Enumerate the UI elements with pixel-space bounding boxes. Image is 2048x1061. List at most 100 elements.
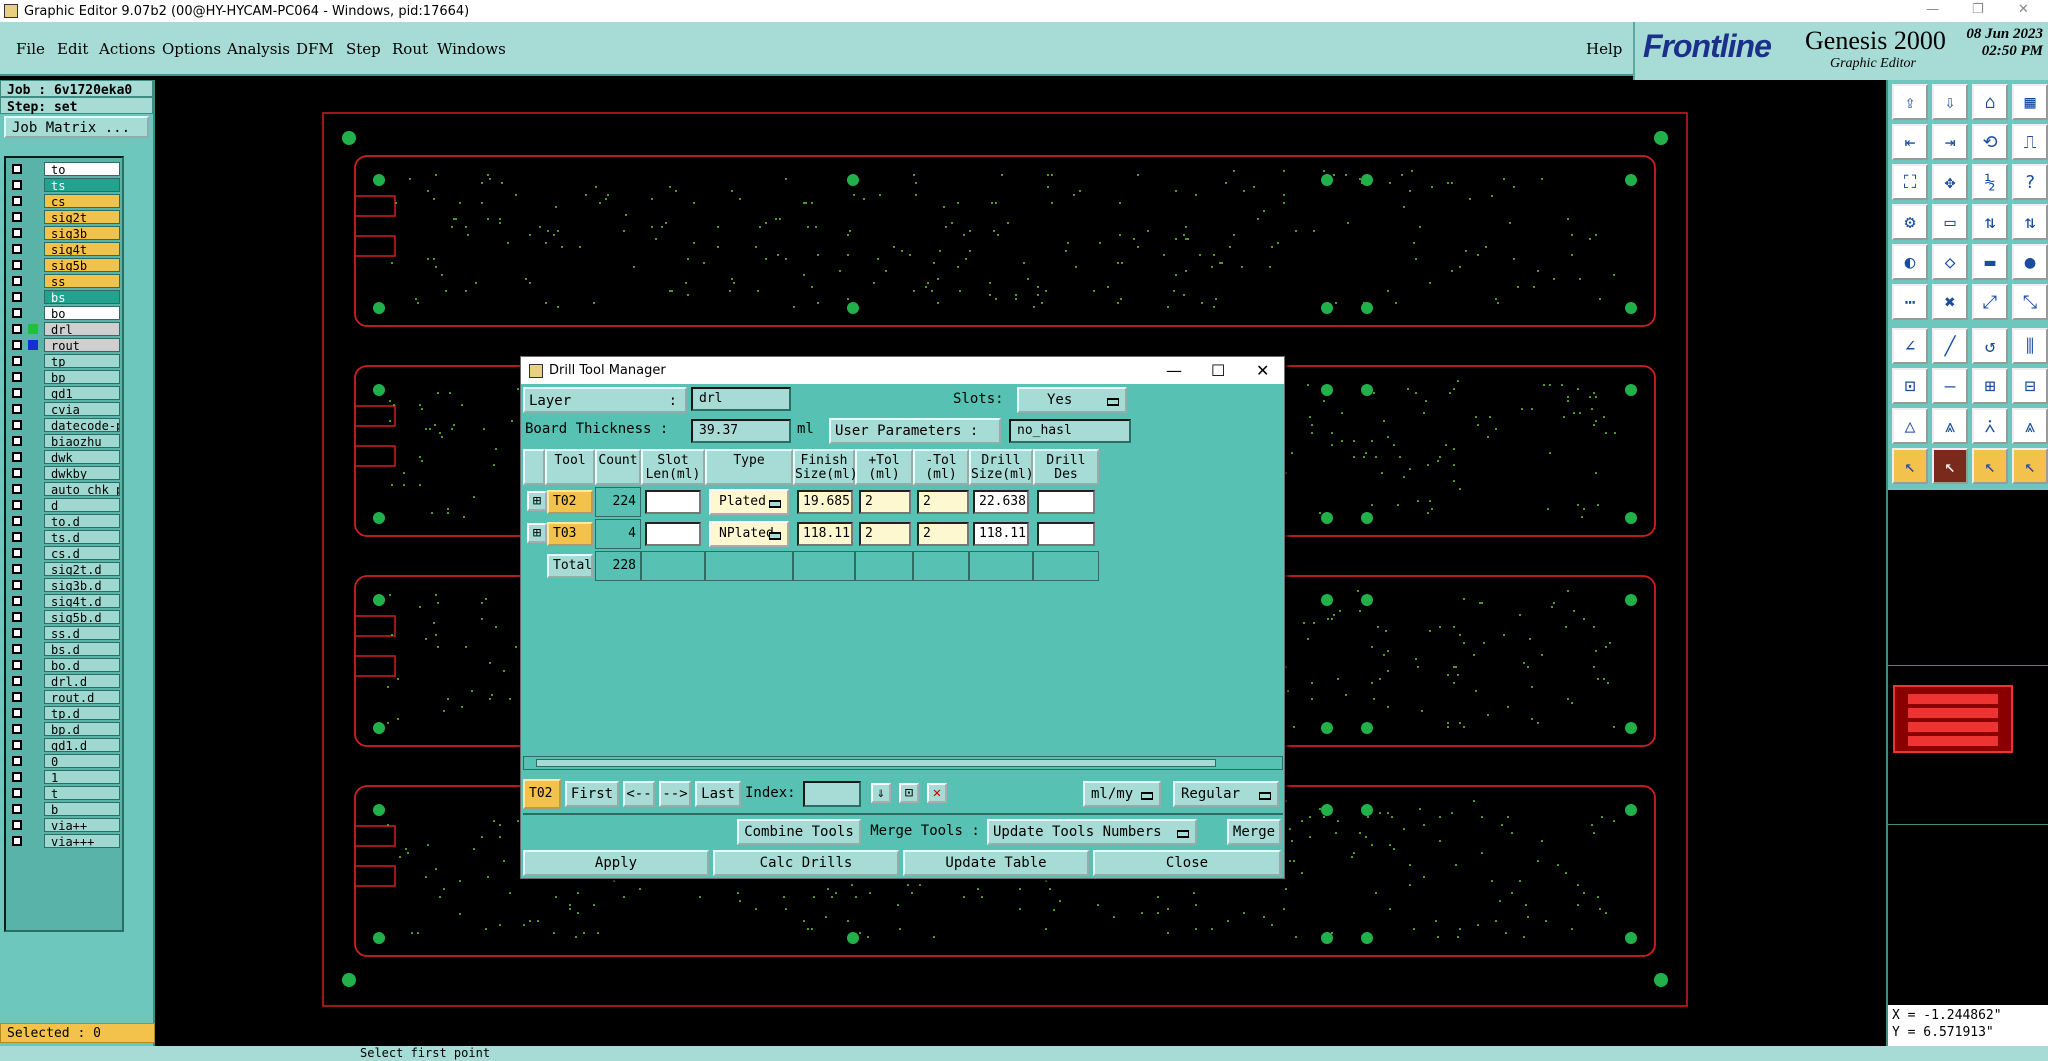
layer-checkbox[interactable] — [12, 212, 22, 222]
layer-name[interactable]: bs.d — [44, 642, 120, 656]
move-icon[interactable]: ⤡ — [2012, 284, 2048, 320]
layer-field[interactable]: drl — [691, 387, 791, 411]
layer-row[interactable]: tp.d — [8, 705, 120, 721]
menu-file[interactable]: File — [16, 40, 45, 58]
layer-row[interactable]: drl — [8, 321, 120, 337]
type-select[interactable]: Plated — [709, 489, 789, 515]
drill-des-input[interactable] — [1037, 522, 1095, 546]
apply-button[interactable]: Apply — [523, 850, 709, 876]
layer-name[interactable]: sig4t.d — [44, 594, 120, 608]
layer-name[interactable]: sig4t — [44, 242, 120, 256]
layer-row[interactable]: gd1.d — [8, 737, 120, 753]
menu-analysis[interactable]: Analysis — [227, 40, 290, 58]
layer-checkbox[interactable] — [12, 548, 22, 558]
plus-box-icon[interactable]: ⊞ — [1972, 368, 2008, 404]
layer-row[interactable]: via+++ — [8, 833, 120, 849]
layer-name[interactable]: sig5b — [44, 258, 120, 272]
layer-name[interactable]: rout.d — [44, 690, 120, 704]
minus-tol-input[interactable]: 2 — [917, 522, 969, 546]
help-icon[interactable]: ? — [2012, 164, 2048, 200]
layer-checkbox[interactable] — [12, 580, 22, 590]
drill-size-input[interactable]: 22.638 — [973, 490, 1029, 514]
layer-name[interactable]: bp.d — [44, 722, 120, 736]
layer-row[interactable]: to — [8, 161, 120, 177]
layer-row[interactable]: sig5b.d — [8, 609, 120, 625]
layer-checkbox[interactable] — [12, 644, 22, 654]
layer-name[interactable]: auto_chk_pn — [44, 482, 120, 496]
pad-icon[interactable]: ◐ — [1892, 244, 1928, 280]
pointer-icon[interactable]: ↖ — [1892, 448, 1928, 484]
dash-icon[interactable]: — — [1932, 368, 1968, 404]
layer-checkbox[interactable] — [12, 484, 22, 494]
cross-icon[interactable]: ✖ — [1932, 284, 1968, 320]
next-button[interactable]: --> — [659, 781, 691, 807]
layer-row[interactable]: bo.d — [8, 657, 120, 673]
combine-tools-button[interactable]: Combine Tools — [737, 819, 861, 845]
layer-checkbox[interactable] — [12, 660, 22, 670]
menu-windows[interactable]: Windows — [437, 40, 506, 58]
pointer-move-icon[interactable]: ↖ — [1972, 448, 2008, 484]
job-matrix-button[interactable]: Job Matrix ... — [4, 116, 149, 138]
layer-row[interactable]: bs — [8, 289, 120, 305]
layer-name[interactable]: tp.d — [44, 706, 120, 720]
layer-checkbox[interactable] — [12, 244, 22, 254]
close-button[interactable]: Close — [1093, 850, 1281, 876]
layer-row[interactable]: cs.d — [8, 545, 120, 561]
layer-name[interactable]: ss.d — [44, 626, 120, 640]
layer-row[interactable]: ss.d — [8, 625, 120, 641]
layer-row[interactable]: d — [8, 497, 120, 513]
layer-name[interactable]: ts.d — [44, 530, 120, 544]
menu-rout[interactable]: Rout — [392, 40, 428, 58]
layer-checkbox[interactable] — [12, 516, 22, 526]
layer-checkbox[interactable] — [12, 388, 22, 398]
layer-row[interactable]: drl.d — [8, 673, 120, 689]
layer-row[interactable]: cs — [8, 193, 120, 209]
dialog-minimize-icon[interactable]: — — [1166, 361, 1182, 380]
layer-name[interactable]: datecode-pt — [44, 418, 120, 432]
layer-name[interactable]: to.d — [44, 514, 120, 528]
box-icon[interactable]: ⊡ — [1892, 368, 1928, 404]
layer-checkbox[interactable] — [12, 180, 22, 190]
layer-checkbox[interactable] — [12, 404, 22, 414]
layer-row[interactable]: dwk — [8, 449, 120, 465]
layer-row[interactable]: datecode-pt — [8, 417, 120, 433]
layer-name[interactable]: bs — [44, 290, 120, 304]
layer-name[interactable]: cs.d — [44, 546, 120, 560]
layer-row[interactable]: b — [8, 801, 120, 817]
layer-row[interactable]: sig4t — [8, 241, 120, 257]
clear-index-icon[interactable]: ✕ — [927, 783, 947, 803]
layer-row[interactable]: bo — [8, 305, 120, 321]
units-select[interactable]: ml/my — [1083, 781, 1161, 807]
minimize-icon[interactable]: — — [1926, 2, 1939, 17]
dialog-maximize-icon[interactable]: ☐ — [1211, 361, 1225, 380]
layer-checkbox[interactable] — [12, 452, 22, 462]
calc-drills-button[interactable]: Calc Drills — [713, 850, 899, 876]
rotate-icon[interactable]: ↺ — [1972, 328, 2008, 364]
slope-icon[interactable]: ╱ — [1932, 328, 1968, 364]
layer-name[interactable]: sig3b — [44, 226, 120, 240]
layer-row[interactable]: sig3b — [8, 225, 120, 241]
layer-name[interactable]: ss — [44, 274, 120, 288]
layer-name[interactable]: cvia — [44, 402, 120, 416]
layer-row[interactable]: 1 — [8, 769, 120, 785]
layout-icon[interactable]: ▦ — [2012, 84, 2048, 120]
merge-button[interactable]: Merge — [1227, 819, 1281, 845]
layer-row[interactable]: sig3b.d — [8, 577, 120, 593]
layer-name[interactable]: bo — [44, 306, 120, 320]
layer-row[interactable]: rout — [8, 337, 120, 353]
layer-name[interactable]: dwk — [44, 450, 120, 464]
layer-row[interactable]: gd1 — [8, 385, 120, 401]
layer-checkbox[interactable] — [12, 628, 22, 638]
layer-checkbox[interactable] — [12, 772, 22, 782]
layer-name[interactable]: ts — [44, 178, 120, 192]
layer-checkbox[interactable] — [12, 308, 22, 318]
pointer-edit-icon[interactable]: ↖ — [2012, 448, 2048, 484]
layer-checkbox[interactable] — [12, 820, 22, 830]
snap-alt-icon[interactable]: ⇅ — [2012, 204, 2048, 240]
first-button[interactable]: First — [565, 781, 619, 807]
layer-row[interactable]: ts.d — [8, 529, 120, 545]
menu-step[interactable]: Step — [346, 40, 381, 58]
layer-checkbox[interactable] — [12, 356, 22, 366]
restore-icon[interactable]: ❐ — [1972, 2, 1984, 17]
export-icon[interactable]: ⇥ — [1932, 124, 1968, 160]
